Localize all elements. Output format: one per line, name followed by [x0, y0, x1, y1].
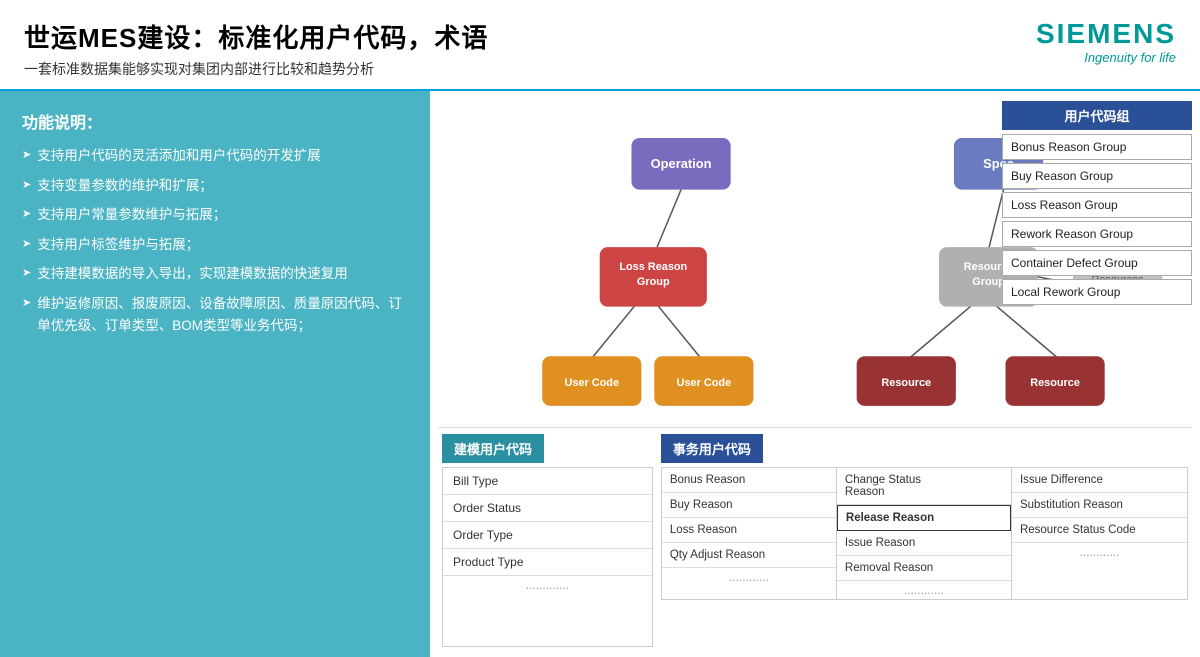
trans-loss-reason: Loss Reason: [662, 518, 836, 543]
page-title: 世运MES建设：标准化用户代码，术语: [24, 18, 488, 55]
sidebar-item-rework: Rework Reason Group: [1002, 221, 1192, 247]
svg-text:Resource: Resource: [1030, 377, 1080, 389]
left-panel: 功能说明： 支持用户代码的灵活添加和用户代码的开发扩展 支持变量参数的维护和扩展…: [0, 91, 430, 657]
trans-col2-ellipsis: ............: [837, 581, 1011, 599]
feature-item-2: 支持变量参数的维护和扩展；: [22, 175, 408, 197]
sidebar-item-loss: Loss Reason Group: [1002, 192, 1192, 218]
svg-text:Resource: Resource: [881, 377, 931, 389]
build-item-4: Product Type: [443, 549, 652, 576]
trans-removal-reason: Removal Reason: [837, 556, 1011, 581]
feature-item-6: 维护返修原因、报废原因、设备故障原因、质量原因代码、订单优先级、订单类型、BOM…: [22, 293, 408, 336]
trans-col-3: Issue Difference Substitution Reason Res…: [1012, 468, 1187, 599]
right-panel: Operation Spec Loss Reason Group Resourc…: [430, 91, 1200, 657]
feature-item-4: 支持用户标签维护与拓展；: [22, 234, 408, 256]
siemens-logo: SIEMENS Ingenuity for life: [1036, 18, 1176, 65]
trans-issue-difference: Issue Difference: [1012, 468, 1187, 493]
trans-col-1: Bonus Reason Buy Reason Loss Reason Qty …: [662, 468, 837, 599]
trans-header: 事务用户代码: [661, 434, 763, 463]
page-subtitle: 一套标准数据集能够实现对集团内部进行比较和趋势分析: [24, 59, 488, 79]
sidebar-title: 用户代码组: [1002, 101, 1192, 130]
build-item-3: Order Type: [443, 522, 652, 549]
feature-item-1: 支持用户代码的灵活添加和用户代码的开发扩展: [22, 145, 408, 167]
trans-bonus-reason: Bonus Reason: [662, 468, 836, 493]
svg-text:User Code: User Code: [564, 377, 619, 389]
sidebar-item-buy: Buy Reason Group: [1002, 163, 1192, 189]
svg-text:Group: Group: [972, 276, 1005, 288]
build-code-list: Bill Type Order Status Order Type Produc…: [442, 467, 653, 647]
title-block: 世运MES建设：标准化用户代码，术语 一套标准数据集能够实现对集团内部进行比较和…: [24, 18, 488, 79]
page-header: 世运MES建设：标准化用户代码，术语 一套标准数据集能够实现对集团内部进行比较和…: [0, 0, 1200, 91]
feature-item-3: 支持用户常量参数维护与拓展；: [22, 204, 408, 226]
right-sidebar: 用户代码组 Bonus Reason Group Buy Reason Grou…: [1002, 101, 1192, 308]
trans-change-status: Change StatusReason: [837, 468, 1011, 505]
trans-col1-ellipsis: ............: [662, 568, 836, 586]
feature-list: 支持用户代码的灵活添加和用户代码的开发扩展 支持变量参数的维护和扩展； 支持用户…: [22, 145, 408, 336]
trans-qty-adjust: Qty Adjust Reason: [662, 543, 836, 568]
build-item-ellipsis: .............: [443, 576, 652, 594]
feature-item-5: 支持建模数据的导入导出，实现建模数据的快速复用: [22, 263, 408, 285]
main-content: 功能说明： 支持用户代码的灵活添加和用户代码的开发扩展 支持变量参数的维护和扩展…: [0, 91, 1200, 657]
build-code-section: 建模用户代码 Bill Type Order Status Order Type…: [442, 434, 653, 653]
svg-text:User Code: User Code: [677, 377, 732, 389]
trans-col3-ellipsis: ............: [1012, 543, 1187, 561]
build-item-1: Bill Type: [443, 468, 652, 495]
brand-name: SIEMENS: [1036, 18, 1176, 50]
sidebar-item-local: Local Rework Group: [1002, 279, 1192, 305]
trans-grid: Bonus Reason Buy Reason Loss Reason Qty …: [661, 467, 1188, 600]
build-code-header: 建模用户代码: [442, 434, 544, 463]
left-panel-title: 功能说明：: [22, 109, 408, 133]
sidebar-item-bonus: Bonus Reason Group: [1002, 134, 1192, 160]
svg-text:Operation: Operation: [651, 156, 712, 171]
transaction-section: 事务用户代码 Bonus Reason Buy Reason Loss Reas…: [661, 434, 1188, 653]
bottom-section: 建模用户代码 Bill Type Order Status Order Type…: [438, 427, 1192, 657]
brand-tagline: Ingenuity for life: [1036, 50, 1176, 65]
svg-text:Group: Group: [637, 276, 670, 288]
trans-release-reason: Release Reason: [837, 505, 1011, 531]
trans-buy-reason: Buy Reason: [662, 493, 836, 518]
build-item-2: Order Status: [443, 495, 652, 522]
svg-text:Loss Reason: Loss Reason: [619, 261, 687, 273]
sidebar-item-container: Container Defect Group: [1002, 250, 1192, 276]
diagram-area: Operation Spec Loss Reason Group Resourc…: [438, 101, 1192, 427]
trans-substitution: Substitution Reason: [1012, 493, 1187, 518]
trans-resource-status: Resource Status Code: [1012, 518, 1187, 543]
trans-col-2: Change StatusReason Release Reason Issue…: [837, 468, 1012, 599]
trans-issue-reason: Issue Reason: [837, 531, 1011, 556]
